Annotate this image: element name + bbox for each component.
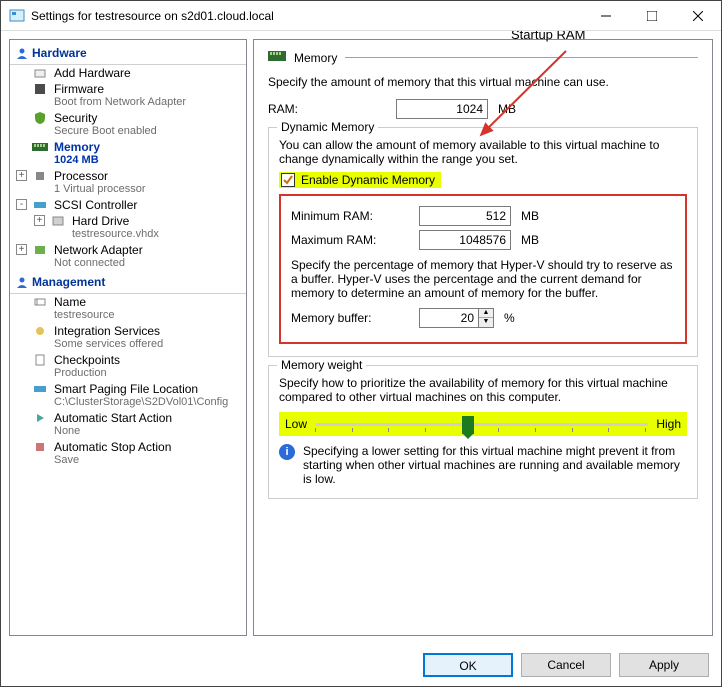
slider-thumb[interactable] xyxy=(462,416,474,434)
stop-action-icon xyxy=(32,440,48,454)
pane-desc: Specify the amount of memory that this v… xyxy=(268,75,698,89)
dyn-desc: You can allow the amount of memory avail… xyxy=(279,138,687,166)
cancel-button[interactable]: Cancel xyxy=(521,653,611,677)
expander-icon[interactable]: - xyxy=(16,199,27,210)
dialog-footer: OK Cancel Apply xyxy=(1,644,721,686)
buffer-input[interactable] xyxy=(419,308,479,328)
memory-icon xyxy=(32,140,48,154)
nav-smart-paging[interactable]: Smart Paging File Location C:\ClusterSto… xyxy=(10,381,246,410)
disk-icon xyxy=(50,214,66,228)
buffer-spinner[interactable]: ▲▼ xyxy=(479,308,494,328)
weight-desc: Specify how to prioritize the availabili… xyxy=(279,376,687,404)
weight-slider[interactable] xyxy=(315,414,648,434)
cpu-icon xyxy=(32,169,48,183)
controller-icon xyxy=(32,198,48,212)
nav-security[interactable]: Security Secure Boot enabled xyxy=(10,110,246,139)
buffer-label: Memory buffer: xyxy=(291,311,411,325)
shield-icon xyxy=(32,111,48,125)
settings-window: Settings for testresource on s2d01.cloud… xyxy=(0,0,722,687)
group-title: Dynamic Memory xyxy=(277,120,378,134)
expander-icon[interactable]: + xyxy=(16,170,27,181)
dynamic-memory-group: Dynamic Memory You can allow the amount … xyxy=(268,127,698,357)
nav-auto-start[interactable]: Automatic Start Action None xyxy=(10,410,246,439)
add-hardware-icon xyxy=(32,66,48,80)
services-icon xyxy=(32,324,48,338)
category-hardware: Hardware xyxy=(10,42,246,65)
apply-button[interactable]: Apply xyxy=(619,653,709,677)
dyn-values-highlight: Minimum RAM: MB Maximum RAM: MB Specify … xyxy=(279,194,687,344)
close-button[interactable] xyxy=(675,1,721,31)
minimize-button[interactable] xyxy=(583,1,629,31)
nav-memory[interactable]: Memory 1024 MB xyxy=(10,139,246,168)
min-ram-input[interactable] xyxy=(419,206,511,226)
enable-dyn-highlight: Enable Dynamic Memory xyxy=(279,172,441,188)
info-icon: i xyxy=(279,444,295,460)
nav-tree[interactable]: Hardware Add Hardware Firmware Boot from… xyxy=(9,39,247,636)
max-ram-label: Maximum RAM: xyxy=(291,233,411,247)
memory-icon xyxy=(268,50,286,65)
ram-unit: MB xyxy=(498,102,516,116)
weight-low-label: Low xyxy=(285,417,307,431)
person-icon xyxy=(16,276,28,288)
min-ram-label: Minimum RAM: xyxy=(291,209,411,223)
buffer-desc: Specify the percentage of memory that Hy… xyxy=(291,258,675,300)
group-title: Memory weight xyxy=(277,358,366,372)
category-management: Management xyxy=(10,271,246,294)
nav-auto-stop[interactable]: Automatic Stop Action Save xyxy=(10,439,246,468)
enable-dyn-checkbox[interactable] xyxy=(281,173,295,187)
nav-integration[interactable]: Integration Services Some services offer… xyxy=(10,323,246,352)
settings-pane: Memory Specify the amount of memory that… xyxy=(253,39,713,636)
name-icon xyxy=(32,295,48,309)
titlebar: Settings for testresource on s2d01.cloud… xyxy=(1,1,721,31)
ok-button[interactable]: OK xyxy=(423,653,513,677)
weight-high-label: High xyxy=(656,417,681,431)
nav-processor[interactable]: + Processor 1 Virtual processor xyxy=(10,168,246,197)
max-ram-input[interactable] xyxy=(419,230,511,250)
pane-heading: Memory xyxy=(294,51,337,65)
enable-dyn-label: Enable Dynamic Memory xyxy=(301,173,435,187)
expander-icon[interactable]: + xyxy=(34,215,45,226)
nav-scsi[interactable]: - SCSI Controller xyxy=(10,197,246,213)
nav-firmware[interactable]: Firmware Boot from Network Adapter xyxy=(10,81,246,110)
nav-name[interactable]: Name testresource xyxy=(10,294,246,323)
window-title: Settings for testresource on s2d01.cloud… xyxy=(31,9,583,23)
nav-network-adapter[interactable]: + Network Adapter Not connected xyxy=(10,242,246,271)
nic-icon xyxy=(32,243,48,257)
nav-hard-drive[interactable]: + Hard Drive testresource.vhdx xyxy=(10,213,246,242)
maximize-button[interactable] xyxy=(629,1,675,31)
weight-info-text: Specifying a lower setting for this virt… xyxy=(303,444,687,486)
nav-add-hardware[interactable]: Add Hardware xyxy=(10,65,246,81)
expander-icon[interactable]: + xyxy=(16,244,27,255)
firmware-icon xyxy=(32,82,48,96)
ram-label: RAM: xyxy=(268,102,388,116)
nav-checkpoints[interactable]: Checkpoints Production xyxy=(10,352,246,381)
ram-input[interactable] xyxy=(396,99,488,119)
checkpoint-icon xyxy=(32,353,48,367)
start-action-icon xyxy=(32,411,48,425)
paging-icon xyxy=(32,382,48,396)
memory-weight-group: Memory weight Specify how to prioritize … xyxy=(268,365,698,499)
app-icon xyxy=(9,8,25,24)
person-icon xyxy=(16,47,28,59)
